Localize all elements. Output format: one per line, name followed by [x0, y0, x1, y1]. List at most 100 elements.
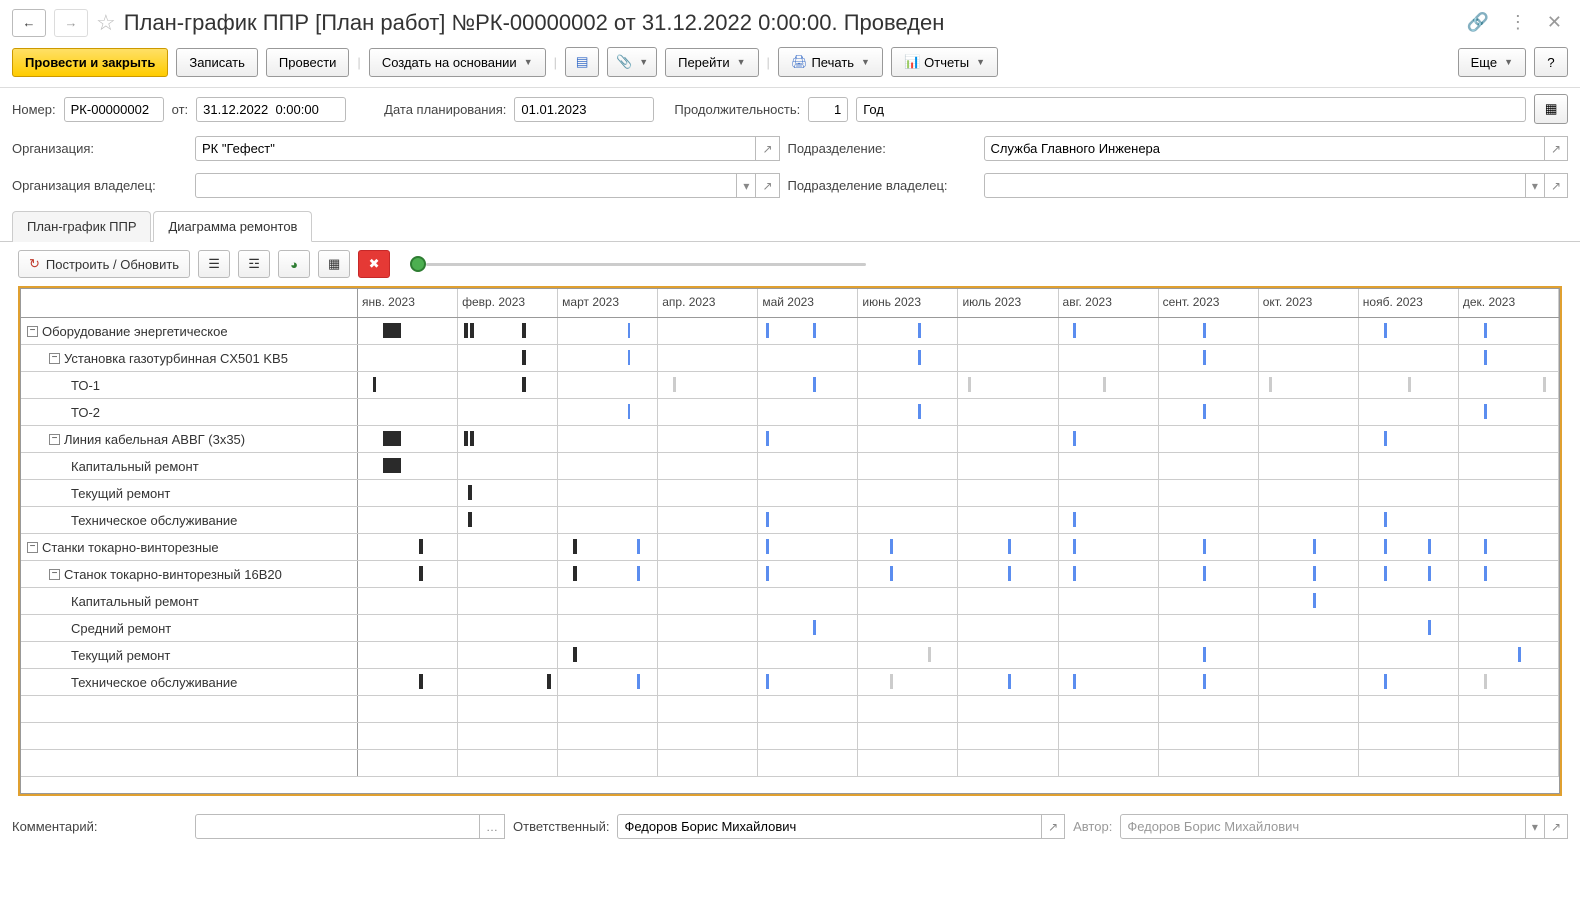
gantt-bar[interactable] [383, 323, 401, 338]
collapse-toggle[interactable]: − [49, 434, 60, 445]
gantt-bar[interactable] [468, 512, 472, 527]
help-button[interactable]: ? [1534, 47, 1568, 77]
responsible-field[interactable] [617, 814, 1042, 839]
org-field[interactable] [195, 136, 756, 161]
gantt-bar[interactable] [464, 323, 468, 338]
gantt-bar[interactable] [1008, 674, 1011, 689]
number-field[interactable] [64, 97, 164, 122]
comment-field[interactable] [195, 814, 480, 839]
gantt-bar[interactable] [1384, 431, 1387, 446]
gantt-row[interactable]: ТО-1 [21, 372, 1559, 399]
open-ref-button[interactable]: ↗ [1545, 136, 1568, 161]
gantt-row[interactable]: −Станки токарно-винторезные [21, 534, 1559, 561]
post-and-close-button[interactable]: Провести и закрыть [12, 48, 168, 77]
gantt-bar[interactable] [419, 539, 423, 554]
gantt-row[interactable]: Текущий ремонт [21, 642, 1559, 669]
gantt-bar[interactable] [1384, 674, 1387, 689]
ellipsis-button[interactable]: … [480, 814, 505, 839]
gantt-bar[interactable] [628, 350, 631, 365]
dropdown-button[interactable]: ▾ [1526, 814, 1545, 839]
gantt-bar[interactable] [1484, 404, 1487, 419]
gantt-bar[interactable] [1408, 377, 1411, 392]
tab-plan[interactable]: План-график ППР [12, 211, 151, 242]
gantt-row[interactable]: Техническое обслуживание [21, 669, 1559, 696]
gantt-bar[interactable] [468, 485, 472, 500]
attach-button[interactable]: 📎▼ [607, 47, 657, 77]
gantt-bar[interactable] [890, 539, 893, 554]
gantt-bar[interactable] [890, 566, 893, 581]
gantt-bar[interactable] [766, 674, 769, 689]
gantt-bar[interactable] [928, 647, 931, 662]
collapse-toggle[interactable]: − [27, 542, 38, 553]
gantt-bar[interactable] [373, 377, 376, 392]
kebab-menu-icon[interactable]: ⋮ [1503, 8, 1533, 37]
gantt-bar[interactable] [890, 674, 893, 689]
open-ref-button[interactable]: ↗ [1545, 173, 1568, 198]
save-button[interactable]: Записать [176, 48, 258, 77]
gantt-bar[interactable] [1203, 647, 1206, 662]
collapse-toggle[interactable]: − [49, 353, 60, 364]
calc-button[interactable]: ▦ [1534, 94, 1568, 124]
gantt-bar[interactable] [918, 404, 921, 419]
print-button[interactable]: 🖨 Печать▼ [778, 47, 883, 77]
open-ref-button[interactable]: ↗ [1042, 814, 1065, 839]
gantt-bar[interactable] [1073, 674, 1076, 689]
gantt-bar[interactable] [637, 566, 640, 581]
pie-chart-button[interactable]: ◕ [278, 250, 310, 278]
gantt-bar[interactable] [522, 323, 526, 338]
gantt-row[interactable]: −Станок токарно-винторезный 16В20 [21, 561, 1559, 588]
gantt-bar[interactable] [1008, 539, 1011, 554]
gantt-bar[interactable] [637, 539, 640, 554]
gantt-bar[interactable] [766, 539, 769, 554]
gantt-bar[interactable] [1073, 323, 1076, 338]
gantt-bar[interactable] [637, 674, 640, 689]
gantt-row[interactable]: Текущий ремонт [21, 480, 1559, 507]
collapse-toggle[interactable]: − [27, 326, 38, 337]
link-icon[interactable]: 🔗 [1460, 8, 1494, 37]
open-ref-button[interactable]: ↗ [756, 136, 779, 161]
zoom-slider[interactable] [410, 256, 866, 272]
gantt-bar[interactable] [1203, 566, 1206, 581]
gantt-bar[interactable] [1073, 431, 1076, 446]
gantt-bar[interactable] [1073, 512, 1076, 527]
gantt-bar[interactable] [673, 377, 676, 392]
list-icon-button[interactable]: ▤ [565, 47, 599, 77]
build-refresh-button[interactable]: ↻ Построить / Обновить [18, 250, 190, 278]
gantt-row[interactable]: −Линия кабельная АВВГ (3х35) [21, 426, 1559, 453]
gantt-bar[interactable] [1484, 539, 1487, 554]
gantt-row[interactable]: Капитальный ремонт [21, 588, 1559, 615]
gantt-bar[interactable] [628, 404, 631, 419]
gantt-bar[interactable] [766, 512, 769, 527]
create-based-button[interactable]: Создать на основании▼ [369, 48, 546, 77]
gantt-bar[interactable] [419, 674, 423, 689]
dropdown-button[interactable]: ▾ [1526, 173, 1545, 198]
stop-button[interactable]: ✖ [358, 250, 390, 278]
gantt-bar[interactable] [1518, 647, 1521, 662]
gantt-bar[interactable] [470, 431, 474, 446]
favorite-star-icon[interactable]: ☆ [96, 10, 116, 36]
gantt-bar[interactable] [573, 539, 577, 554]
goto-button[interactable]: Перейти▼ [665, 48, 758, 77]
gantt-row[interactable]: Капитальный ремонт [21, 453, 1559, 480]
gantt-bar[interactable] [1008, 566, 1011, 581]
close-icon[interactable]: ✕ [1541, 8, 1568, 37]
plan-date-field[interactable] [514, 97, 654, 122]
gantt-body[interactable]: −Оборудование энергетическое−Установка г… [21, 318, 1559, 793]
tab-diagram[interactable]: Диаграмма ремонтов [153, 211, 312, 242]
dept-field[interactable] [984, 136, 1545, 161]
gantt-bar[interactable] [1484, 350, 1487, 365]
gantt-bar[interactable] [918, 350, 921, 365]
gantt-bar[interactable] [1073, 566, 1076, 581]
post-button[interactable]: Провести [266, 48, 350, 77]
gantt-bar[interactable] [419, 566, 423, 581]
gantt-bar[interactable] [813, 377, 816, 392]
gantt-bar[interactable] [1484, 323, 1487, 338]
gantt-bar[interactable] [1384, 566, 1387, 581]
gantt-bar[interactable] [1384, 539, 1387, 554]
gantt-bar[interactable] [1073, 539, 1076, 554]
gantt-bar[interactable] [383, 458, 401, 473]
gantt-row[interactable]: −Установка газотурбинная CX501 KB5 [21, 345, 1559, 372]
duration-field[interactable] [808, 97, 848, 122]
gantt-bar[interactable] [813, 323, 816, 338]
gantt-row[interactable]: ТО-2 [21, 399, 1559, 426]
